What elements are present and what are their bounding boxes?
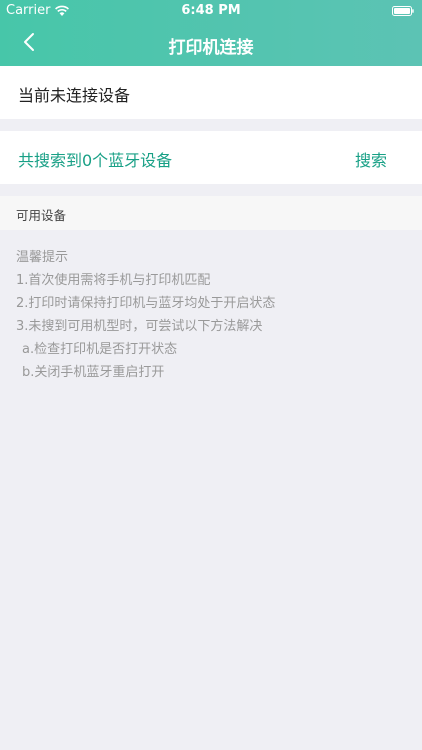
available-devices-title: 可用设备 [16, 208, 67, 223]
search-button[interactable]: 搜索 [355, 147, 387, 171]
status-time: 6:48 PM [181, 3, 241, 18]
chevron-left-icon [23, 32, 35, 56]
status-bar: Carrier 6:48 PM [0, 0, 422, 22]
tip-line: 2.打印时请保持打印机与蓝牙均处于开启状态 [16, 296, 276, 311]
nav-bar: 打印机连接 [0, 22, 422, 66]
tips-block: 温馨提示 1.首次使用需将手机与打印机匹配 2.打印时请保持打印机与蓝牙均处于开… [16, 248, 275, 386]
page-title: 打印机连接 [168, 38, 254, 58]
connection-status-text: 当前未连接设备 [18, 86, 131, 105]
search-result-text: 共搜索到0个蓝牙设备 [18, 151, 173, 170]
connection-status-row: 当前未连接设备 [0, 66, 422, 119]
tip-line: 3.未搜到可用机型时，可尝试以下方法解决 [16, 319, 263, 334]
tips-title: 温馨提示 [16, 250, 69, 265]
battery-icon [392, 5, 414, 16]
app-header: Carrier 6:48 PM 打印机连接 [0, 0, 422, 66]
available-devices-header: 可用设备 [0, 196, 422, 230]
back-button[interactable] [14, 30, 44, 58]
search-row: 共搜索到0个蓝牙设备 搜索 [0, 131, 422, 184]
tip-line: b.关闭手机蓝牙重启打开 [22, 365, 165, 380]
tip-line: 1.首次使用需将手机与打印机匹配 [16, 273, 211, 288]
tip-line: a.检查打印机是否打开状态 [22, 342, 178, 357]
